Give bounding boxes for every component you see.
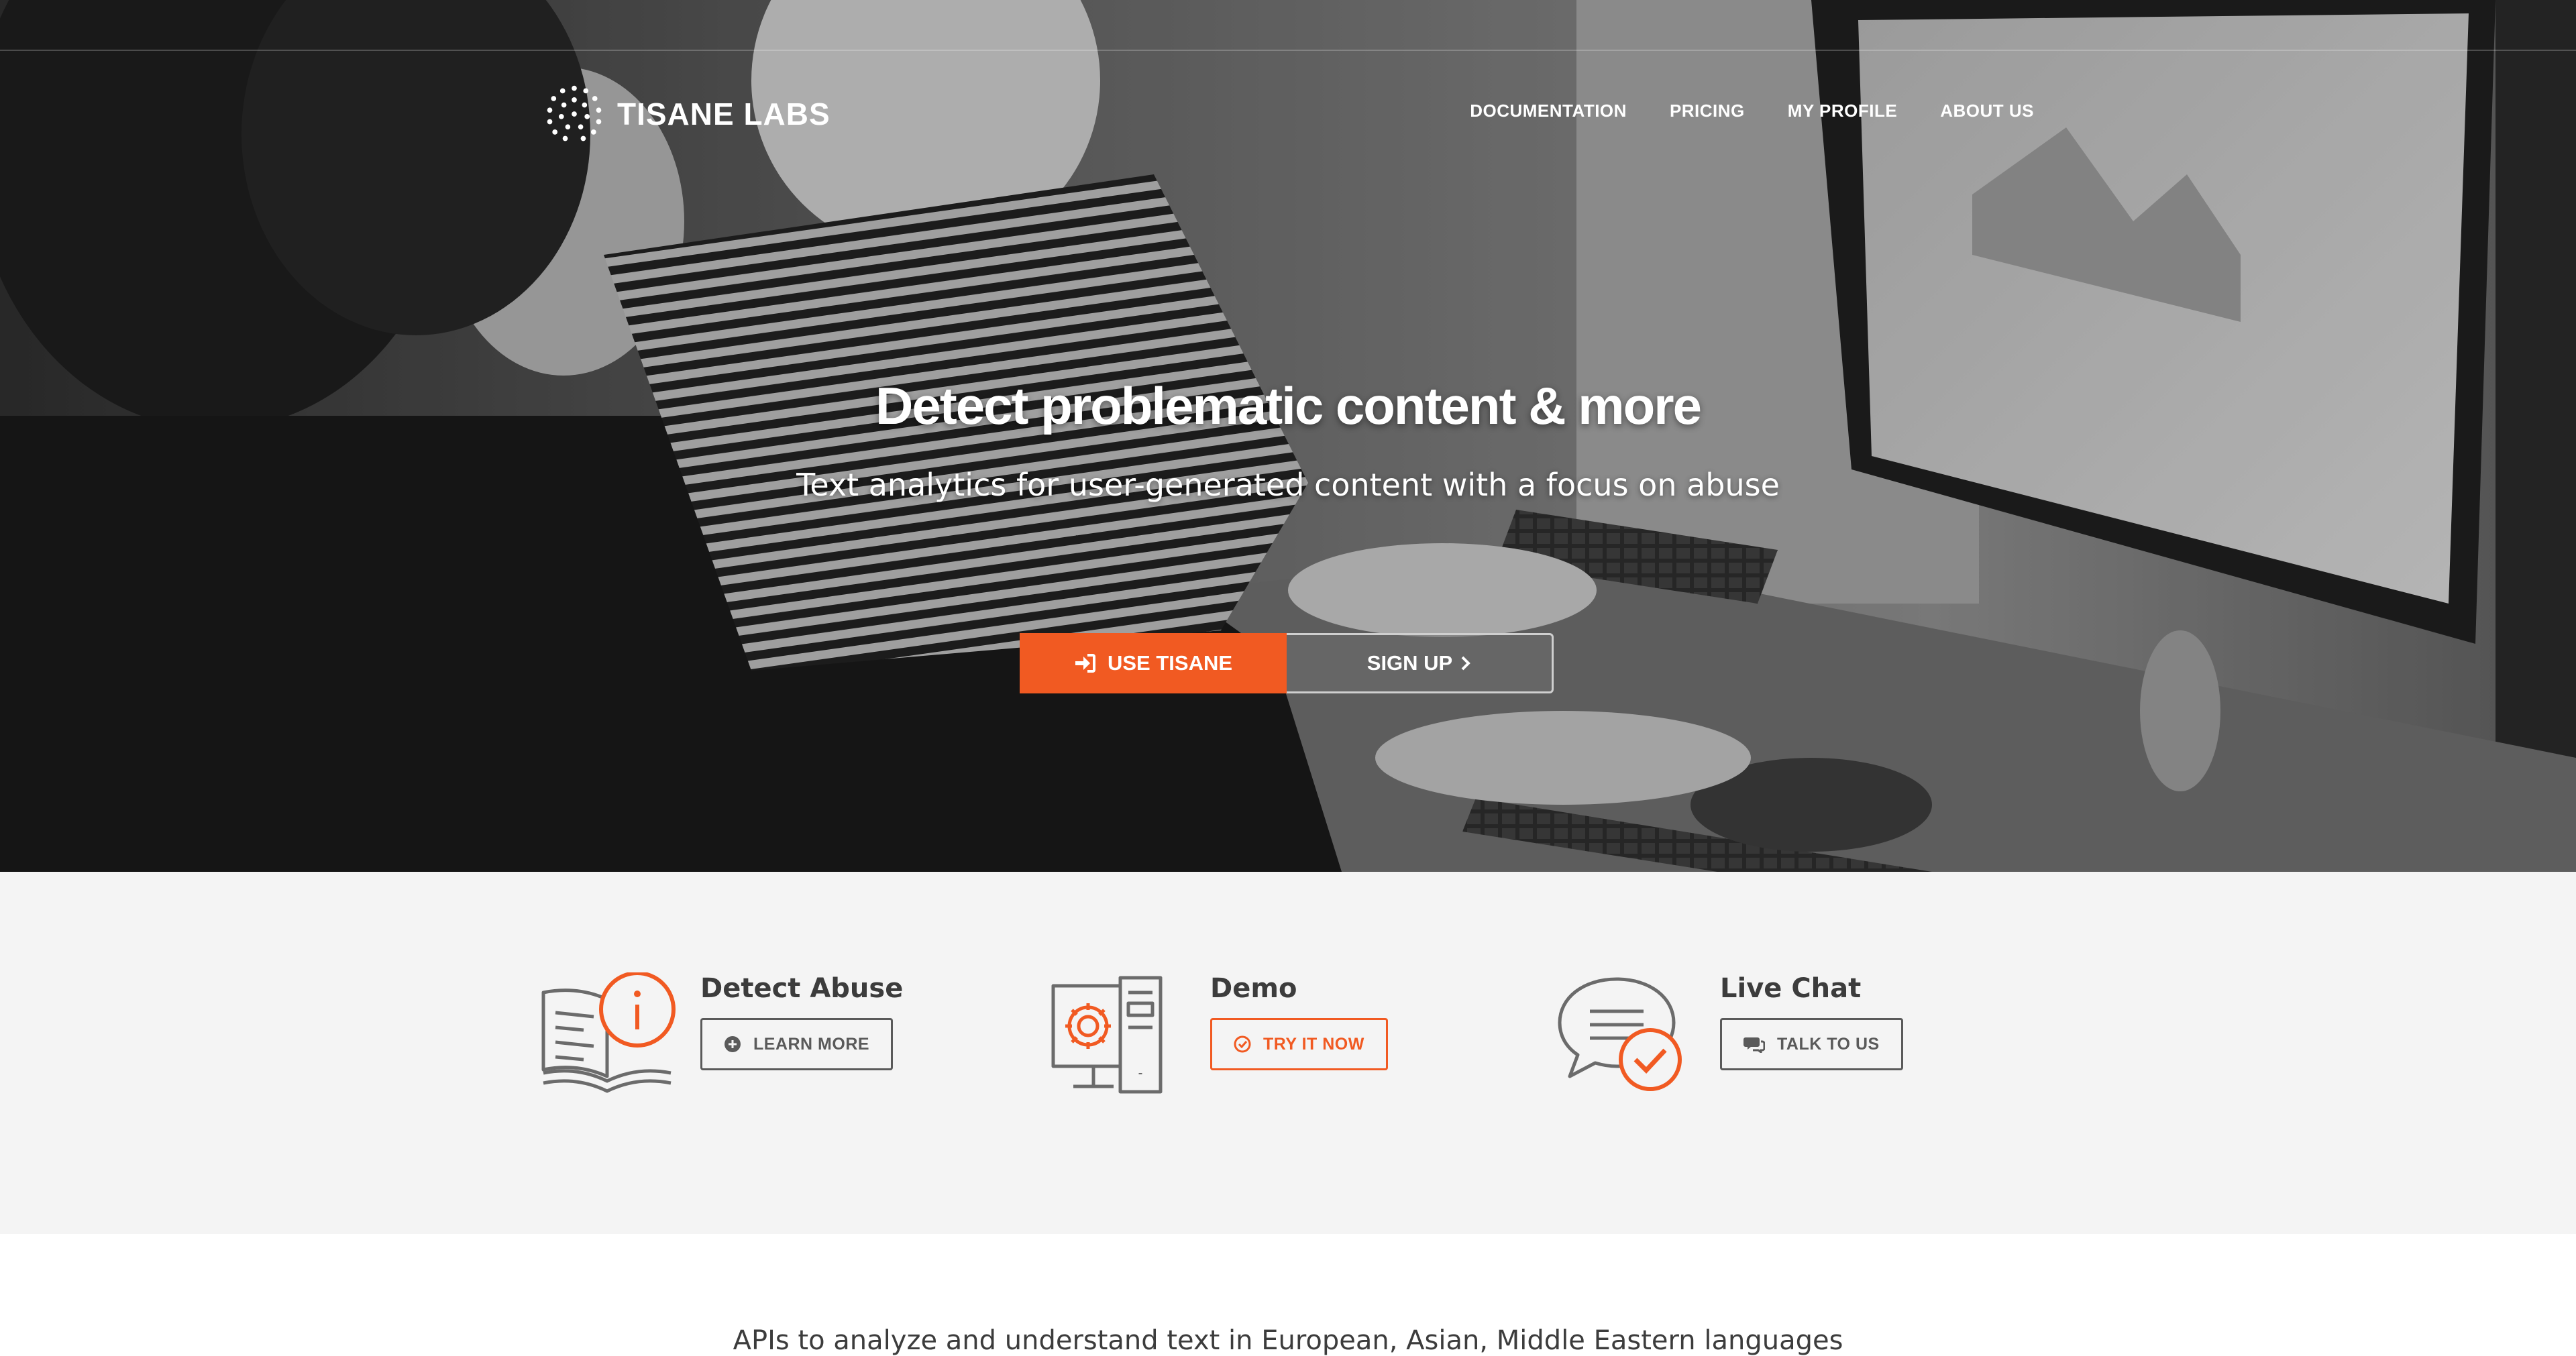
chevron-right-icon — [1461, 656, 1471, 671]
hero-subtitle: Text analytics for user-generated conten… — [796, 467, 1780, 503]
talk-to-us-button[interactable]: TALK TO US — [1720, 1018, 1903, 1070]
use-tisane-label: USE TISANE — [1107, 651, 1233, 675]
comments-icon — [1743, 1037, 1765, 1053]
feature-body: Demo TRY IT NOW — [1210, 972, 1388, 1100]
learn-more-button[interactable]: LEARN MORE — [700, 1018, 894, 1070]
sign-in-icon — [1075, 654, 1095, 673]
features-section: Detect Abuse LEARN MORE Demo TRY IT NOW … — [0, 872, 2576, 1234]
top-divider — [0, 50, 2576, 51]
brand-name: TISANE LABS — [617, 97, 830, 131]
hero-section: TISANE LABS DOCUMENTATION PRICING MY PRO… — [0, 0, 2576, 872]
feature-title-detect-abuse: Detect Abuse — [700, 973, 904, 1004]
hero-title: Detect problematic content & more — [875, 376, 1702, 435]
intro-section: APIs to analyze and understand text in E… — [0, 1234, 2576, 1356]
intro-text: APIs to analyze and understand text in E… — [733, 1325, 1843, 1356]
sign-up-button[interactable]: SIGN UP — [1287, 633, 1554, 693]
nav-item-documentation[interactable]: DOCUMENTATION — [1470, 101, 1627, 121]
computer-gear-icon — [1051, 976, 1163, 1094]
feature-detect-abuse: Detect Abuse LEARN MORE — [537, 972, 903, 1100]
learn-more-label: LEARN MORE — [753, 1034, 870, 1054]
feature-body: Live Chat TALK TO US — [1720, 972, 1903, 1100]
nav-item-pricing[interactable]: PRICING — [1670, 101, 1745, 121]
check-circle-icon — [1234, 1035, 1251, 1053]
feature-demo: Demo TRY IT NOW — [1046, 972, 1388, 1100]
plus-circle-icon — [724, 1036, 741, 1052]
hero-cta-group: USE TISANE SIGN UP — [1020, 633, 1554, 693]
main-nav: DOCUMENTATION PRICING MY PROFILE ABOUT U… — [1470, 101, 2034, 121]
feature-title-live-chat: Live Chat — [1720, 973, 1862, 1004]
try-it-now-label: TRY IT NOW — [1263, 1034, 1364, 1054]
brand-logo[interactable]: TISANE LABS — [542, 80, 830, 148]
talk-to-us-label: TALK TO US — [1777, 1034, 1880, 1054]
use-tisane-button[interactable]: USE TISANE — [1020, 633, 1287, 693]
sign-up-label: SIGN UP — [1366, 651, 1453, 675]
nav-item-my-profile[interactable]: MY PROFILE — [1788, 101, 1897, 121]
chat-check-icon — [1558, 977, 1682, 1091]
try-it-now-button[interactable]: TRY IT NOW — [1210, 1018, 1388, 1070]
tisane-dots-logo-icon — [547, 85, 602, 142]
book-info-icon — [541, 972, 676, 1093]
feature-body: Detect Abuse LEARN MORE — [700, 972, 903, 1100]
nav-item-about-us[interactable]: ABOUT US — [1940, 101, 2034, 121]
feature-title-demo: Demo — [1210, 973, 1297, 1004]
feature-live-chat: Live Chat TALK TO US — [1556, 972, 1903, 1100]
